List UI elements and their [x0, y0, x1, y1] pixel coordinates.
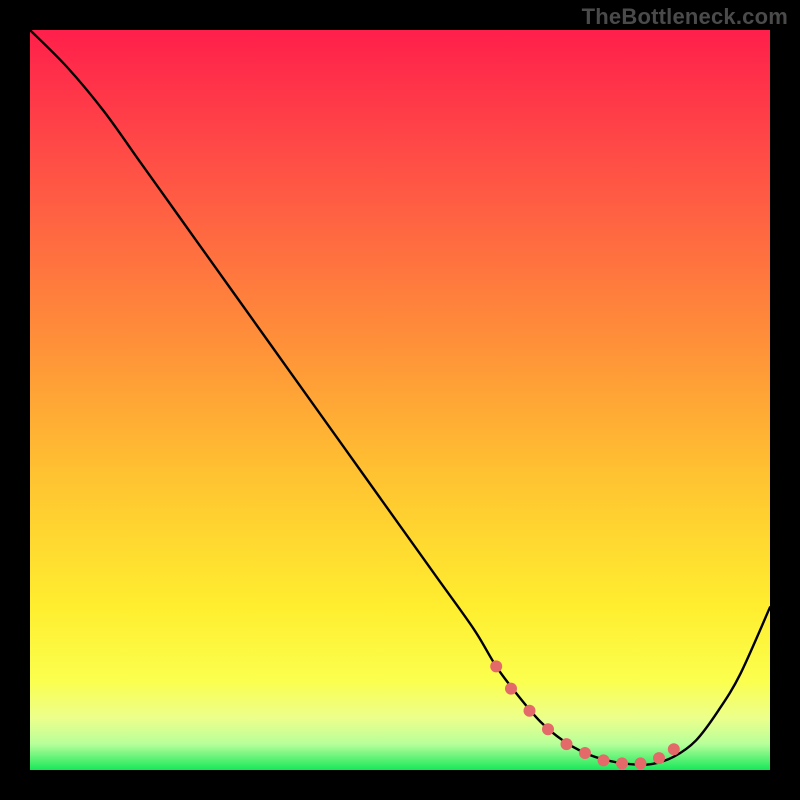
chart-frame: TheBottleneck.com — [0, 0, 800, 800]
optimal-range-dot — [490, 660, 502, 672]
optimal-range-dot — [561, 738, 573, 750]
optimal-range-dot — [524, 705, 536, 717]
gradient-background — [30, 30, 770, 770]
optimal-range-dot — [505, 683, 517, 695]
optimal-range-dot — [616, 757, 628, 769]
bottleneck-chart — [30, 30, 770, 770]
optimal-range-dot — [635, 757, 647, 769]
watermark-text: TheBottleneck.com — [582, 4, 788, 30]
plot-area — [30, 30, 770, 770]
optimal-range-dot — [653, 752, 665, 764]
optimal-range-dot — [668, 743, 680, 755]
optimal-range-dot — [579, 747, 591, 759]
optimal-range-dot — [542, 723, 554, 735]
optimal-range-dot — [598, 754, 610, 766]
